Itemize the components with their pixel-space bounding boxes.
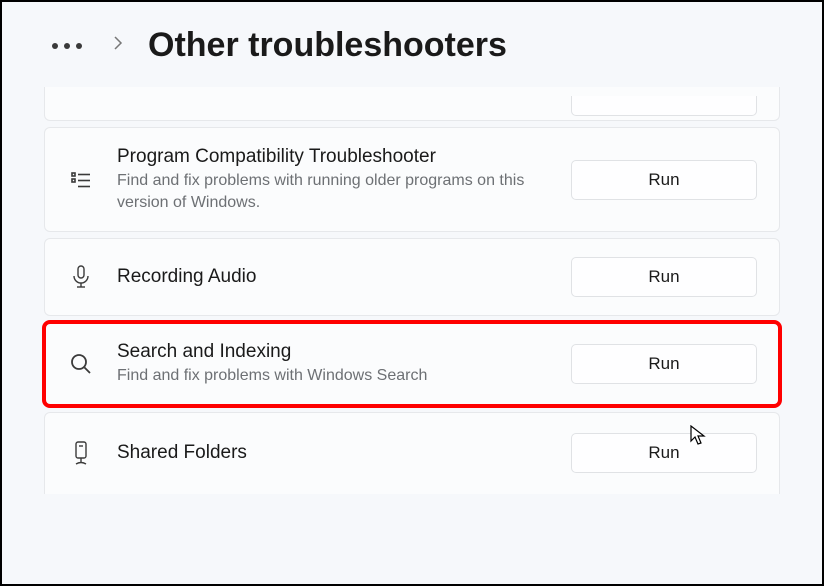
list-icon [67,168,95,192]
troubleshooter-item-recording-audio: Recording Audio Run [44,238,780,316]
server-icon [67,439,95,467]
run-button[interactable]: Run [571,257,757,297]
troubleshooter-item-partial [44,87,780,121]
troubleshooter-item-shared-folders: Shared Folders Run [44,412,780,494]
item-title: Recording Audio [117,266,549,288]
item-desc: Find and fix problems with running older… [117,170,549,213]
run-button[interactable]: Run [571,160,757,200]
run-button-partial[interactable] [571,96,757,116]
item-desc: Find and fix problems with Windows Searc… [117,365,549,387]
troubleshooter-item-search-indexing: Search and Indexing Find and fix problem… [44,322,780,406]
chevron-right-icon [112,35,124,56]
troubleshooter-item-program-compat: Program Compatibility Troubleshooter Fin… [44,127,780,232]
item-title: Shared Folders [117,442,549,464]
item-title: Search and Indexing [117,341,549,363]
microphone-icon [67,264,95,290]
ellipsis-icon[interactable] [52,43,82,49]
item-title: Program Compatibility Troubleshooter [117,146,549,168]
troubleshooter-list: Program Compatibility Troubleshooter Fin… [2,87,822,494]
page-title: Other troubleshooters [148,26,507,65]
run-button[interactable]: Run [571,433,757,473]
search-icon [67,352,95,376]
run-button[interactable]: Run [571,344,757,384]
breadcrumb-header: Other troubleshooters [2,2,822,87]
